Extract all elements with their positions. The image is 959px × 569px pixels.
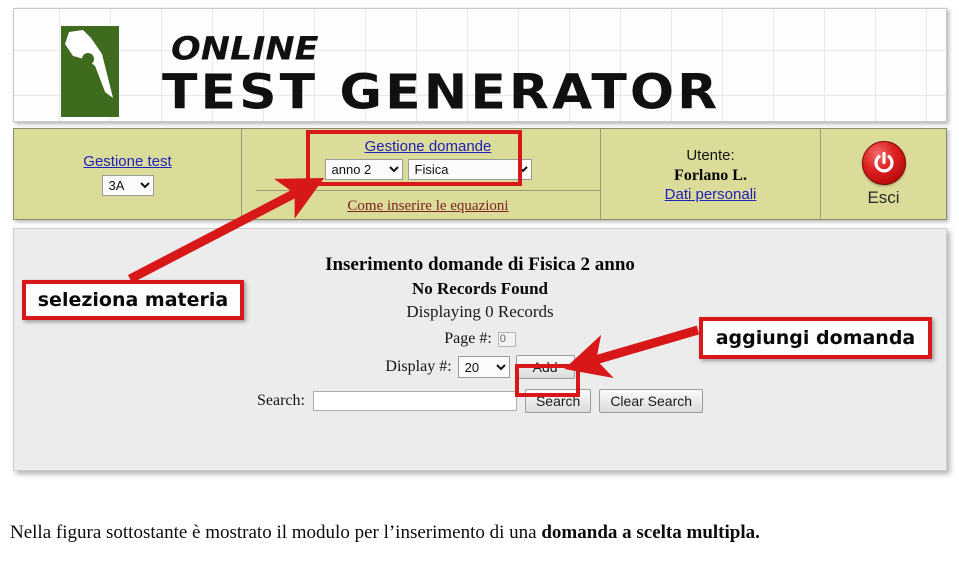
equazioni-link-wrap: Come inserire le equazioni [256, 197, 600, 215]
nav-cell-gestione-domande: Gestione domande anno 2 Fisica Come inse… [256, 129, 601, 219]
wordmark-online: ONLINE [171, 31, 319, 68]
header-banner: ONLINE TEST GENERATOR [13, 8, 947, 122]
pen-nib-icon [61, 26, 119, 117]
nav-cell-utente: Utente: Forlano L. Dati personali [601, 129, 821, 219]
app-window: ONLINE TEST GENERATOR Gestione test 3A G… [13, 8, 947, 471]
page-title: Inserimento domande di Fisica 2 anno [325, 254, 635, 275]
callout-seleziona-materia: seleziona materia [22, 280, 244, 320]
wordmark-test-generator: TEST GENERATOR [162, 65, 721, 122]
nav-cell-spacer [242, 129, 256, 219]
search-input[interactable] [312, 391, 517, 411]
caption-bold: domanda a scelta multipla. [541, 522, 760, 543]
utente-name: Forlano L. [674, 166, 747, 184]
clear-search-button[interactable]: Clear Search [599, 389, 704, 413]
power-icon[interactable] [861, 140, 906, 185]
utente-label: Utente: [686, 146, 735, 164]
link-come-inserire-equazioni[interactable]: Come inserire le equazioni [347, 198, 508, 214]
link-gestione-domande[interactable]: Gestione domande [365, 138, 492, 155]
divider [256, 190, 600, 191]
select-display-count[interactable]: 20 [457, 356, 510, 378]
caption: Nella figura sottostante è mostrato il m… [10, 521, 954, 545]
display-count-label: Display #: [385, 358, 452, 375]
add-button[interactable]: Add [515, 355, 575, 379]
nav-cell-gestione-test: Gestione test 3A [14, 129, 242, 219]
domande-select-group: anno 2 Fisica [324, 159, 532, 180]
search-label: Search: [256, 392, 305, 409]
select-materia[interactable]: Fisica [407, 159, 532, 180]
navigation-bar: Gestione test 3A Gestione domande anno 2… [13, 128, 947, 220]
page-number-label: Page #: [444, 330, 492, 347]
select-anno[interactable]: anno 2 [324, 159, 403, 180]
esci-label: Esci [867, 187, 900, 207]
search-row: Search: Search Clear Search [14, 389, 946, 413]
search-button[interactable]: Search [524, 389, 592, 413]
select-classe[interactable]: 3A [101, 174, 154, 196]
nav-cell-esci[interactable]: Esci [821, 129, 946, 219]
page-number-input[interactable] [497, 331, 516, 347]
caption-text: Nella figura sottostante è mostrato il m… [10, 522, 542, 543]
callout-aggiungi-domanda: aggiungi domanda [699, 317, 932, 359]
link-gestione-test[interactable]: Gestione test [83, 153, 171, 170]
link-dati-personali[interactable]: Dati personali [665, 186, 757, 203]
